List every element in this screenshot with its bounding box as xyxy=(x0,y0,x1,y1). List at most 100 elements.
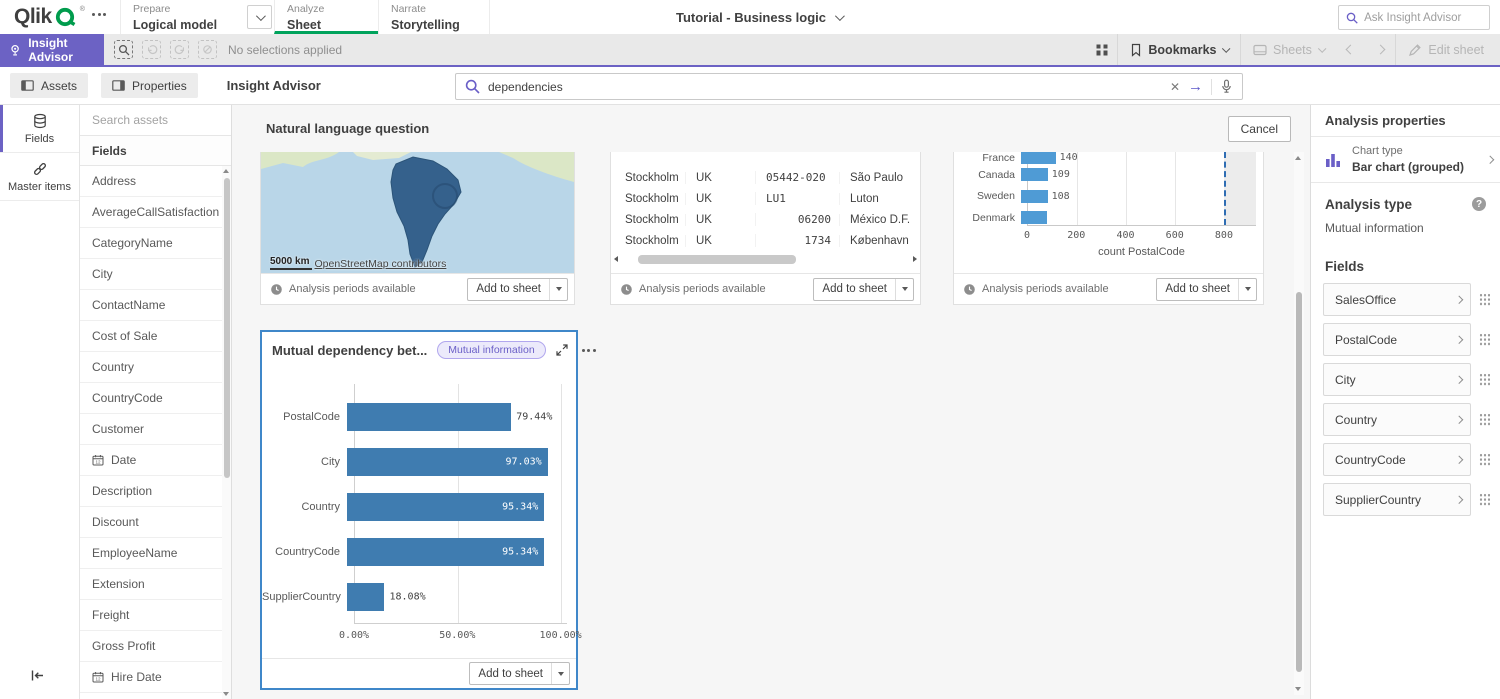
microphone-icon[interactable] xyxy=(1220,79,1233,94)
tab-prepare[interactable]: Prepare Logical model xyxy=(120,0,242,34)
tab-narrate[interactable]: Narrate Storytelling xyxy=(378,0,490,34)
app-objects-button[interactable] xyxy=(1087,34,1117,65)
scroll-up-icon[interactable] xyxy=(1295,156,1301,160)
tab-analyze[interactable]: Analyze Sheet xyxy=(274,0,378,34)
scroll-down-icon[interactable] xyxy=(223,692,229,696)
edit-sheet-button[interactable]: Edit sheet xyxy=(1396,34,1500,65)
drag-handle-icon[interactable] xyxy=(1479,413,1490,427)
field-list-item[interactable]: 12 Address xyxy=(80,166,231,197)
clear-selections-button[interactable] xyxy=(198,40,217,59)
app-title-menu[interactable]: Tutorial - Business logic xyxy=(676,0,842,34)
map-attribution-link[interactable]: OpenStreetMap contributors xyxy=(314,258,446,270)
add-to-sheet-caret[interactable] xyxy=(549,279,567,300)
bar[interactable]: 95.34% xyxy=(347,493,544,521)
bar[interactable] xyxy=(1021,211,1047,224)
scroll-up-icon[interactable] xyxy=(223,169,229,173)
field-list-item[interactable]: 12 Gross Profit xyxy=(80,631,231,662)
field-list-item[interactable]: 12 CountryCode xyxy=(80,383,231,414)
results-scrollbar[interactable] xyxy=(1294,152,1304,695)
scrollbar-thumb[interactable] xyxy=(224,178,230,478)
drag-handle-icon[interactable] xyxy=(1479,493,1490,507)
add-to-sheet-caret[interactable] xyxy=(551,663,569,684)
drag-handle-icon[interactable] xyxy=(1479,453,1490,467)
ask-insight-advisor-input[interactable] xyxy=(1364,12,1482,24)
undo-selection-button[interactable] xyxy=(142,40,161,59)
scrollbar-track[interactable] xyxy=(621,255,910,264)
add-to-sheet-button[interactable]: Add to sheet xyxy=(469,662,570,685)
bookmarks-button[interactable]: Bookmarks xyxy=(1118,34,1240,65)
field-list-item[interactable]: 12 Date xyxy=(80,445,231,476)
next-sheet-button[interactable] xyxy=(1365,34,1395,65)
add-to-sheet-button[interactable]: Add to sheet xyxy=(1156,278,1257,301)
field-list-item[interactable]: 12 Hire Date xyxy=(80,662,231,693)
field-list-item[interactable]: 12 Cost of Sale xyxy=(80,321,231,352)
table-horizontal-scrollbar[interactable] xyxy=(611,253,920,265)
scrollbar-thumb[interactable] xyxy=(638,255,796,264)
cancel-button[interactable]: Cancel xyxy=(1228,116,1291,142)
previous-sheet-button[interactable] xyxy=(1335,34,1365,65)
rail-tab-master-items[interactable]: Master items xyxy=(0,153,79,201)
mutual-dependency-chart-card[interactable]: Mutual dependency bet... Mutual informat… xyxy=(260,330,578,690)
insight-advisor-button[interactable]: Insight Advisor xyxy=(0,34,104,65)
analysis-field-chip[interactable]: CountryCode xyxy=(1323,443,1471,476)
bar[interactable]: 79.44% xyxy=(347,403,511,431)
field-list-item[interactable]: 12 AverageCallSatisfaction xyxy=(80,197,231,228)
analysis-field-chip[interactable]: PostalCode xyxy=(1323,323,1471,356)
scrollbar-thumb[interactable] xyxy=(1296,292,1302,672)
properties-toggle-button[interactable]: Properties xyxy=(101,73,198,98)
card-menu-icon[interactable] xyxy=(582,349,596,352)
smart-search-button[interactable] xyxy=(114,40,133,59)
bar[interactable]: 97.03% xyxy=(347,448,548,476)
field-list-item[interactable]: 12 CategoryName xyxy=(80,228,231,259)
fields-scrollbar[interactable] xyxy=(222,166,231,699)
assets-search-input[interactable] xyxy=(92,113,219,127)
field-list-item[interactable]: 12 Country xyxy=(80,352,231,383)
sheets-button[interactable]: Sheets xyxy=(1241,34,1335,65)
field-list-item[interactable]: 12 City xyxy=(80,259,231,290)
add-to-sheet-caret[interactable] xyxy=(895,279,913,300)
drag-handle-icon[interactable] xyxy=(1479,373,1490,387)
field-list-item[interactable]: 12 Extension xyxy=(80,569,231,600)
bar[interactable] xyxy=(1021,152,1056,164)
analysis-field-chip[interactable]: City xyxy=(1323,363,1471,396)
field-list-item[interactable]: 12 Freight xyxy=(80,600,231,631)
table-chart-card[interactable]: Stockholm UK 05442-020 São Paulo Stockho… xyxy=(610,152,921,305)
add-to-sheet-caret[interactable] xyxy=(1238,279,1256,300)
redo-selection-button[interactable] xyxy=(170,40,189,59)
field-list-item[interactable]: 12 Customer xyxy=(80,414,231,445)
chart-type-row[interactable]: Chart type Bar chart (grouped) xyxy=(1311,137,1500,183)
bar[interactable]: 18.08% xyxy=(347,583,384,611)
scroll-right-icon[interactable] xyxy=(913,256,917,262)
assets-toggle-button[interactable]: Assets xyxy=(10,73,88,98)
field-list-item[interactable]: 12 Discount xyxy=(80,507,231,538)
pencil-icon xyxy=(1408,43,1422,57)
add-to-sheet-button[interactable]: Add to sheet xyxy=(467,278,568,301)
add-to-sheet-button[interactable]: Add to sheet xyxy=(813,278,914,301)
map-chart-card[interactable]: 5000 km OpenStreetMap contributors Analy… xyxy=(260,152,575,305)
scroll-left-icon[interactable] xyxy=(614,256,618,262)
drag-handle-icon[interactable] xyxy=(1479,333,1490,347)
scroll-down-icon[interactable] xyxy=(1295,687,1301,691)
expand-icon[interactable] xyxy=(556,344,568,356)
insight-search-input[interactable] xyxy=(488,80,1162,94)
help-icon[interactable]: ? xyxy=(1472,197,1486,211)
bar[interactable] xyxy=(1021,190,1048,203)
analysis-field-chip[interactable]: Country xyxy=(1323,403,1471,436)
more-menu-icon[interactable] xyxy=(92,13,106,16)
count-postalcode-chart-card[interactable]: France 140 Canada xyxy=(953,152,1264,305)
prepare-dropdown-button[interactable] xyxy=(247,5,272,29)
field-list-item[interactable]: 12 Description xyxy=(80,476,231,507)
submit-search-icon[interactable]: → xyxy=(1188,79,1203,94)
field-list-item[interactable]: 12 EmployeeName xyxy=(80,538,231,569)
rail-tab-fields[interactable]: Fields xyxy=(0,105,79,153)
clear-search-icon[interactable]: ✕ xyxy=(1170,80,1180,94)
bar[interactable]: 95.34% xyxy=(347,538,544,566)
qlik-logo[interactable]: Qlik ® xyxy=(14,4,85,30)
collapse-panel-button[interactable] xyxy=(30,669,45,687)
bar[interactable] xyxy=(1021,168,1048,181)
field-list-item[interactable]: 12 ContactName xyxy=(80,290,231,321)
analysis-field-chip[interactable]: SupplierCountry xyxy=(1323,483,1471,516)
analysis-field-chip[interactable]: SalesOffice xyxy=(1323,283,1471,316)
x-tick: 400 xyxy=(1116,230,1134,241)
drag-handle-icon[interactable] xyxy=(1479,293,1490,307)
